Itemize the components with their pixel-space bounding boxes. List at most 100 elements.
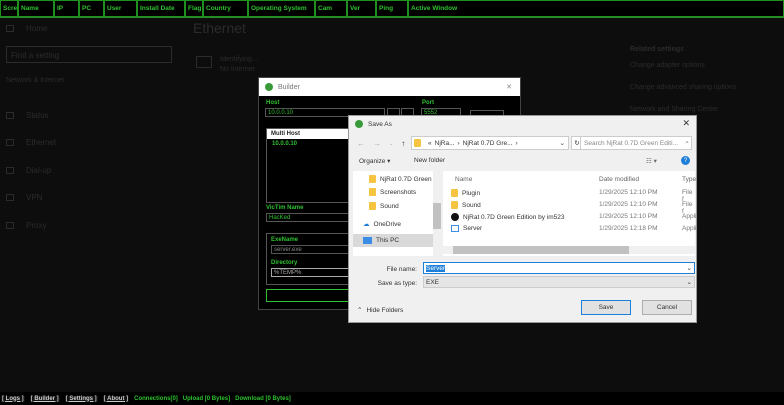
file-name: NjRat 0.7D Green Edition by im523 xyxy=(463,213,565,221)
folder-icon xyxy=(369,175,376,183)
help-icon[interactable]: ? xyxy=(681,156,690,165)
network-name: Identifying... xyxy=(220,56,258,63)
up-icon[interactable]: ↑ xyxy=(401,139,405,148)
path-part[interactable]: NjRat 0.7D Gre... xyxy=(463,140,513,147)
directory-label: Directory xyxy=(271,260,298,266)
file-date: 1/29/2025 12:10 PM xyxy=(599,201,658,208)
close-icon[interactable]: ✕ xyxy=(506,83,512,91)
forward-icon[interactable]: → xyxy=(373,139,381,148)
col-header[interactable]: Scre xyxy=(0,0,18,17)
client-table-header: Scre Name IP PC User Install Date Flag C… xyxy=(0,0,784,18)
tree-item[interactable]: Sound xyxy=(369,202,399,210)
file-name-label: File name: xyxy=(386,266,417,273)
file-date: 1/29/2025 12:10 PM xyxy=(599,189,658,196)
nav-scrollbar[interactable] xyxy=(433,171,441,256)
app-icon xyxy=(265,83,273,91)
file-row[interactable]: Server xyxy=(451,225,482,232)
save-button[interactable]: Save xyxy=(581,300,631,315)
find-setting-input: Find a setting xyxy=(6,46,172,63)
file-name-value: Server xyxy=(426,264,446,272)
related-link: Change advanced sharing options xyxy=(630,84,737,91)
col-type[interactable]: Type xyxy=(682,176,696,183)
tree-item[interactable]: Screenshots xyxy=(369,188,416,196)
col-name[interactable]: Name xyxy=(455,176,472,183)
path-part: « xyxy=(428,139,432,147)
logs-link[interactable]: [ Logs ] xyxy=(1,395,25,402)
folder-icon xyxy=(369,188,376,196)
builder-link[interactable]: [ Builder ] xyxy=(29,395,60,402)
exe-input[interactable]: server.exe xyxy=(271,245,356,254)
folder-icon xyxy=(414,139,421,147)
organize-button[interactable]: Organize ▾ xyxy=(359,157,390,165)
chevron-down-icon[interactable]: ⌄ xyxy=(687,264,692,272)
tree-item-selected[interactable]: This PC xyxy=(353,234,433,247)
directory-input[interactable]: %TEMP% xyxy=(271,268,356,277)
col-header[interactable]: Ver xyxy=(347,0,376,17)
scroll-thumb[interactable] xyxy=(453,246,629,254)
tree-label: Screenshots xyxy=(380,188,417,196)
file-name: Server xyxy=(463,225,483,232)
file-row[interactable]: Plugin xyxy=(451,189,480,197)
col-header[interactable]: Cam xyxy=(315,0,347,17)
scroll-thumb[interactable] xyxy=(433,203,441,229)
col-header[interactable]: Flag xyxy=(185,0,203,17)
new-folder-button[interactable]: New folder xyxy=(414,157,445,164)
home-icon xyxy=(6,25,14,32)
col-header[interactable]: Install Date xyxy=(137,0,185,17)
back-icon[interactable]: ← xyxy=(357,139,365,148)
nav-proxy: Proxy xyxy=(6,221,46,230)
col-header[interactable]: PC xyxy=(79,0,104,17)
related-link: Network and Sharing Center xyxy=(630,106,719,113)
chevron-down-icon[interactable]: ⌄ xyxy=(687,278,692,286)
close-icon[interactable]: ✕ xyxy=(682,118,690,129)
search-icon: ⌕ xyxy=(685,139,689,146)
col-header[interactable]: Active Window xyxy=(408,0,784,17)
dialog-title: Save As xyxy=(368,120,392,128)
vpn-icon xyxy=(6,194,14,201)
col-header[interactable]: Name xyxy=(18,0,54,17)
victim-input[interactable]: HacKed xyxy=(266,213,361,222)
port-label: Port xyxy=(422,100,434,106)
connections-count: Connections[0] xyxy=(134,395,178,402)
horizontal-scrollbar[interactable] xyxy=(443,246,695,254)
victim-label: VicTim Name xyxy=(266,205,304,211)
search-input[interactable]: Search NjRat 0.7D Green Editi... ⌕ xyxy=(580,136,692,150)
njrat-icon xyxy=(451,213,459,221)
file-name-input[interactable]: Server ⌄ xyxy=(423,262,695,274)
hide-folders-button[interactable]: ⌃ Hide Folders xyxy=(357,306,403,315)
file-row[interactable]: NjRat 0.7D Green Edition by im523 xyxy=(451,213,565,221)
nav-label: Ethernet xyxy=(26,138,57,147)
about-link[interactable]: [ About ] xyxy=(102,395,130,402)
settings-link[interactable]: [ Settings ] xyxy=(64,395,98,402)
tree-item[interactable]: NjRat 0.7D Green xyxy=(369,175,432,183)
builder-titlebar: Builder ✕ xyxy=(259,78,520,96)
col-date[interactable]: Date modified xyxy=(599,176,639,183)
recent-icon[interactable]: ⌄ xyxy=(389,141,393,147)
related-link: Change adapter options xyxy=(630,62,705,69)
save-type-value: EXE xyxy=(426,278,440,286)
col-header[interactable]: Ping xyxy=(376,0,408,17)
view-icon[interactable]: ☷ ▾ xyxy=(646,157,657,165)
col-header[interactable]: Operating System xyxy=(248,0,315,17)
path-part[interactable]: NjRa... xyxy=(435,140,455,147)
build-button[interactable] xyxy=(266,289,361,302)
file-row[interactable]: Sound xyxy=(451,201,481,209)
col-header[interactable]: Country xyxy=(203,0,248,17)
download-stat: Download [0 Bytes] xyxy=(235,395,291,402)
address-bar[interactable]: «NjRa... › NjRat 0.7D Gre... › ⌄ xyxy=(411,136,569,150)
nav-dialup: Dial-up xyxy=(6,166,51,175)
path-part: › xyxy=(515,139,518,147)
tree-label: OneDrive xyxy=(373,220,401,228)
dialup-icon xyxy=(6,167,14,174)
col-header[interactable]: User xyxy=(104,0,137,17)
nav-label: VPN xyxy=(26,193,43,202)
tree-label: This PC xyxy=(376,237,400,244)
chevron-down-icon[interactable]: ⌄ xyxy=(560,139,565,147)
file-type: Appli xyxy=(682,213,697,220)
status-bar: [ Logs ] [ Builder ] [ Settings ] [ Abou… xyxy=(0,392,784,405)
upload-stat: Upload [0 Bytes] xyxy=(182,395,231,402)
col-header[interactable]: IP xyxy=(54,0,79,17)
cancel-button[interactable]: Cancel xyxy=(642,300,692,315)
save-type-select[interactable]: EXE ⌄ xyxy=(423,276,695,288)
tree-item[interactable]: ☁ OneDrive xyxy=(363,220,401,229)
